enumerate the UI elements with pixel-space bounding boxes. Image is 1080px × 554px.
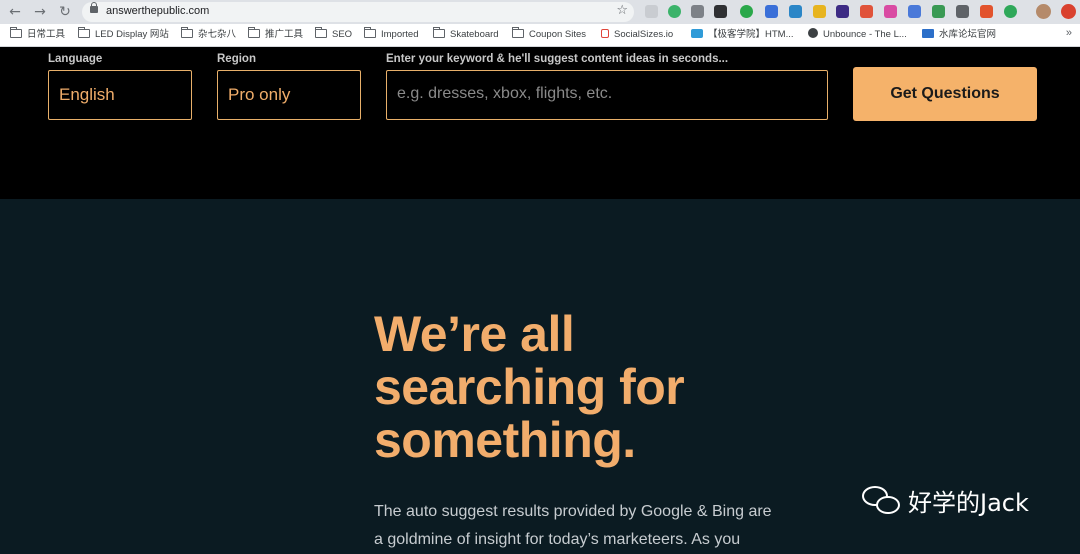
- wechat-icon: [862, 484, 902, 516]
- bookmark-item[interactable]: Skateboard: [433, 27, 499, 42]
- extension-icon[interactable]: [740, 5, 753, 18]
- paragraph-line: a goldmine of insight for today’s market…: [374, 531, 741, 548]
- pen-extension-icon[interactable]: [956, 5, 969, 18]
- bookmark-item[interactable]: 【极客学院】HTM...: [691, 28, 794, 42]
- watermark-text: 好学的Jack: [908, 488, 1029, 517]
- bookmark-item[interactable]: Coupon Sites: [512, 27, 587, 42]
- page-title: We’re all searching for something.: [374, 308, 794, 467]
- bookmarks-bar: 日常工具 LED Display 网站 杂七杂八 推广工具 SEO Import…: [0, 24, 1080, 47]
- bookmark-item[interactable]: Unbounce - The L...: [808, 28, 907, 42]
- bookmark-label: SocialSizes.io: [614, 29, 674, 40]
- unbounce-icon: [808, 28, 818, 38]
- bookmark-item[interactable]: Imported: [364, 27, 419, 42]
- extension-icon[interactable]: [884, 5, 897, 18]
- folder-icon: [364, 27, 376, 38]
- get-questions-button[interactable]: Get Questions: [853, 67, 1037, 121]
- extension-icon[interactable]: [932, 5, 945, 18]
- headline-line: We’re all: [374, 306, 575, 362]
- folder-icon: [512, 27, 524, 38]
- bookmark-label: LED Display 网站: [95, 29, 169, 40]
- folder-icon: [181, 27, 193, 38]
- folder-icon: [10, 27, 22, 38]
- bookmark-label: 水库论坛官网: [939, 29, 997, 40]
- extension-icon[interactable]: [908, 5, 921, 18]
- bookmark-label: 【极客学院】HTM...: [708, 29, 794, 40]
- folder-icon: [433, 27, 445, 38]
- url-text[interactable]: answerthepublic.com: [106, 5, 209, 17]
- extension-icon[interactable]: [789, 5, 802, 18]
- bookmark-item[interactable]: 杂七杂八: [181, 27, 237, 42]
- address-bar[interactable]: answerthepublic.com ☆: [82, 2, 634, 22]
- extension-icon[interactable]: [1004, 5, 1017, 18]
- bookmark-label: 推广工具: [265, 29, 304, 40]
- language-value: English: [59, 85, 115, 104]
- keyword-input[interactable]: e.g. dresses, xbox, flights, etc.: [386, 70, 828, 120]
- extension-icon[interactable]: [1061, 4, 1076, 19]
- extension-icon[interactable]: [980, 5, 993, 18]
- region-select[interactable]: Pro only: [217, 70, 361, 120]
- wechat-watermark: 好学的Jack: [862, 480, 1029, 520]
- bookmark-label: Skateboard: [450, 29, 499, 40]
- bookmark-item[interactable]: SocialSizes.io: [601, 28, 673, 42]
- headline-line: something.: [374, 412, 636, 468]
- extension-icon[interactable]: [836, 5, 849, 18]
- extension-icon[interactable]: [714, 5, 727, 18]
- region-label: Region: [217, 53, 256, 65]
- extension-icon[interactable]: [765, 5, 778, 18]
- bookmark-label: Imported: [381, 29, 419, 40]
- extension-icon[interactable]: [813, 5, 826, 18]
- socialsizes-icon: [601, 29, 609, 38]
- paragraph-line: The auto suggest results provided by Goo…: [374, 503, 772, 520]
- bilibili-icon: [691, 29, 703, 38]
- language-select[interactable]: English: [48, 70, 192, 120]
- reload-icon[interactable]: ↻: [56, 3, 74, 21]
- forward-icon[interactable]: →: [31, 3, 49, 21]
- bookmark-label: SEO: [332, 29, 353, 40]
- intro-paragraph: The auto suggest results provided by Goo…: [374, 498, 814, 554]
- avatar[interactable]: [1036, 4, 1051, 19]
- region-value: Pro only: [228, 85, 291, 104]
- extension-icon[interactable]: [860, 5, 873, 18]
- bookmark-item[interactable]: 水库论坛官网: [922, 28, 996, 42]
- headline-line: searching for: [374, 359, 685, 415]
- folder-icon: [315, 27, 327, 38]
- forum-icon: [922, 29, 934, 38]
- keyword-label: Enter your keyword & he'll suggest conte…: [386, 53, 729, 65]
- bookmark-label: 杂七杂八: [198, 29, 237, 40]
- extension-icon[interactable]: [668, 5, 681, 18]
- bookmark-item[interactable]: 日常工具: [10, 27, 66, 42]
- folder-icon: [78, 27, 90, 38]
- folder-icon: [248, 27, 260, 38]
- back-icon[interactable]: ←: [6, 3, 24, 21]
- bookmark-item[interactable]: 推广工具: [248, 27, 304, 42]
- bookmark-label: Unbounce - The L...: [823, 29, 907, 40]
- bookmark-label: Coupon Sites: [529, 29, 587, 40]
- bookmark-item[interactable]: SEO: [315, 27, 353, 42]
- bookmarks-overflow-icon[interactable]: »: [1066, 27, 1072, 39]
- bookmark-label: 日常工具: [27, 29, 66, 40]
- camera-extension-icon[interactable]: [691, 5, 704, 18]
- bookmark-star-icon[interactable]: ☆: [616, 3, 628, 18]
- browser-toolbar: ← → ↻ answerthepublic.com ☆: [0, 0, 1080, 24]
- language-label: Language: [48, 53, 103, 65]
- lock-icon: [90, 2, 98, 13]
- bookmark-item[interactable]: LED Display 网站: [78, 27, 169, 42]
- keyword-placeholder: e.g. dresses, xbox, flights, etc.: [397, 85, 613, 102]
- extension-icon[interactable]: [645, 5, 658, 18]
